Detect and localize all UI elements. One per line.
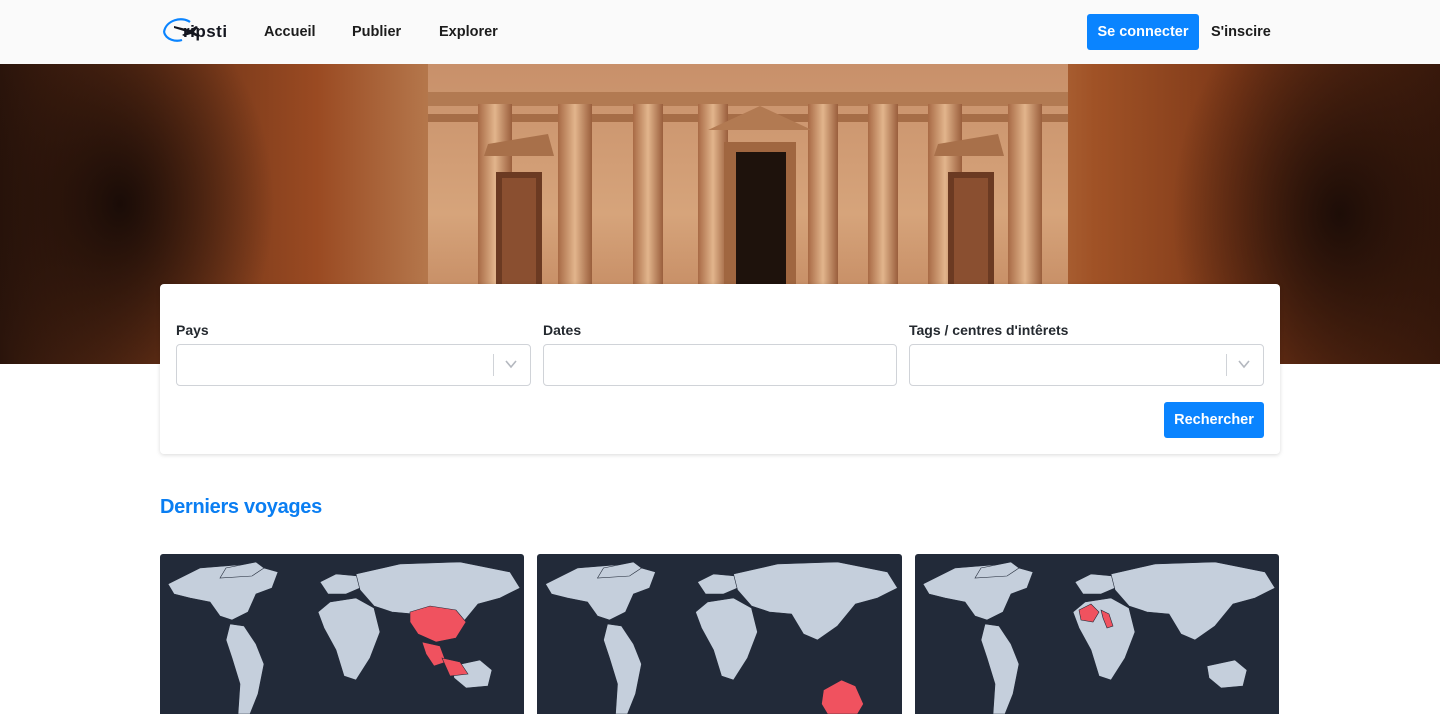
chevron-down-icon[interactable] — [1237, 357, 1251, 371]
login-button[interactable]: Se connecter — [1087, 14, 1199, 50]
tags-label: Tags / centres d'intêrets — [909, 322, 1069, 338]
nav-publier[interactable]: Publier — [352, 24, 401, 40]
world-map-asia — [167, 561, 521, 714]
search-card: Pays Dates Tags / centres d'intêrets Rec… — [160, 284, 1280, 454]
country-label: Pays — [176, 322, 209, 338]
world-map-europe — [922, 561, 1276, 714]
nav-explorer[interactable]: Explorer — [439, 24, 498, 40]
trip-card[interactable] — [537, 554, 902, 714]
country-select[interactable] — [176, 344, 531, 386]
latest-trips-title: Derniers voyages — [160, 496, 322, 518]
select-separator — [493, 354, 494, 376]
select-separator — [1226, 354, 1227, 376]
search-button[interactable]: Rechercher — [1164, 402, 1264, 438]
world-map-australia — [545, 561, 898, 714]
chevron-down-icon[interactable] — [504, 357, 518, 371]
logo-text: ripsti — [183, 22, 228, 41]
trip-card[interactable] — [915, 554, 1279, 714]
nav-accueil[interactable]: Accueil — [264, 24, 316, 40]
dates-input[interactable] — [543, 344, 897, 386]
trip-card[interactable] — [160, 554, 524, 714]
top-navbar: ripsti Accueil Publier Explorer Se conne… — [0, 0, 1440, 64]
tags-select[interactable] — [909, 344, 1264, 386]
dates-label: Dates — [543, 322, 582, 338]
signup-link[interactable]: S'inscire — [1211, 24, 1271, 40]
